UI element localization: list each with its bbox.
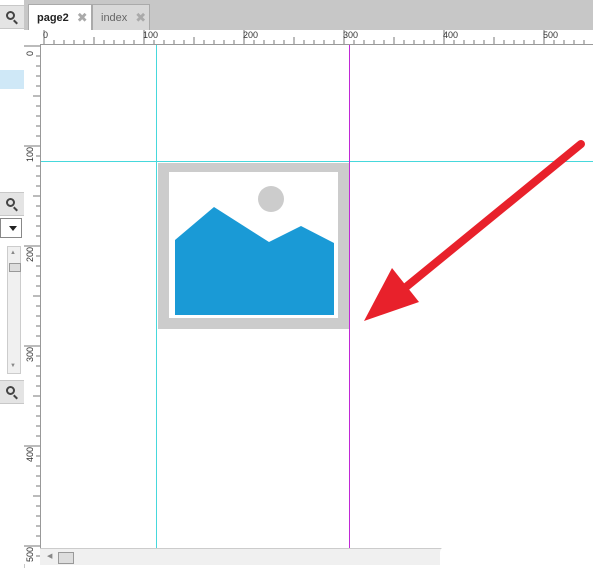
- annotation-arrow: [364, 140, 585, 321]
